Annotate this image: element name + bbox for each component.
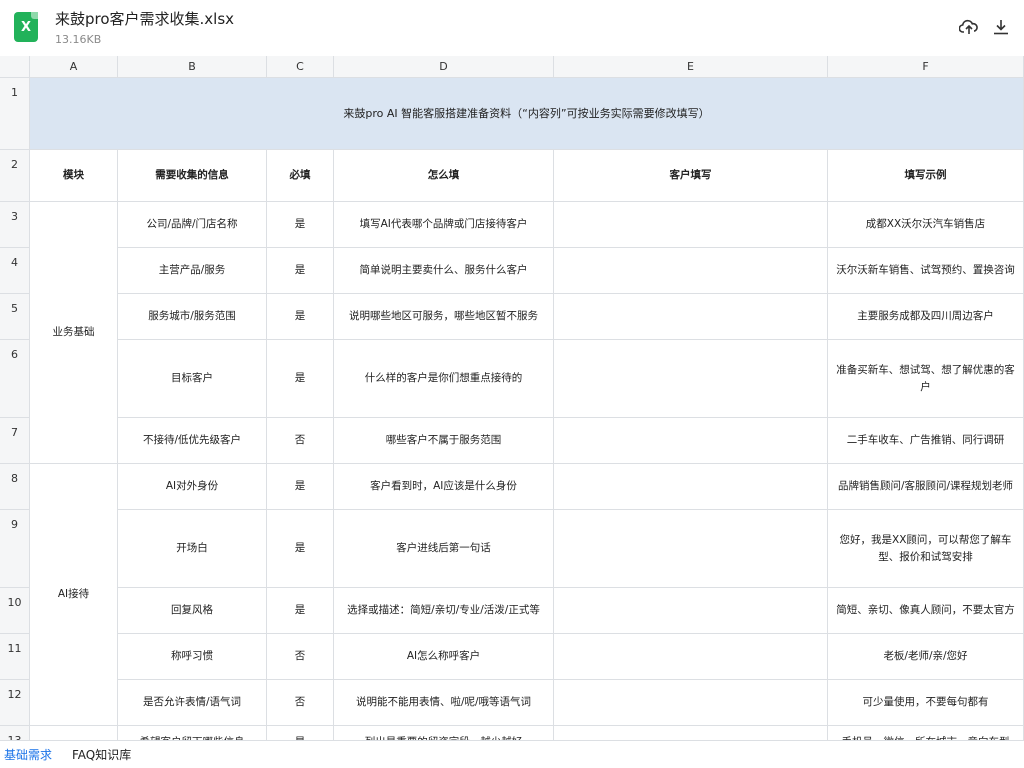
file-name: 来鼓pro客户需求收集.xlsx <box>55 10 235 28</box>
table-cell-example[interactable]: 沃尔沃新车销售、试驾预约、置换咨询 <box>828 248 1024 294</box>
table-cell-how[interactable]: AI怎么称呼客户 <box>334 634 554 680</box>
row-header-5[interactable]: 5 <box>0 294 30 340</box>
table-cell-how[interactable]: 说明能不能用表情、啦/呢/哦等语气词 <box>334 680 554 726</box>
table-cell-required[interactable]: 否 <box>267 418 334 464</box>
table-cell-info[interactable]: 回复风格 <box>118 588 267 634</box>
table-cell-how[interactable]: 选择或描述：简短/亲切/专业/活泼/正式等 <box>334 588 554 634</box>
file-header: X 来鼓pro客户需求收集.xlsx 13.16KB <box>0 0 1024 56</box>
table-cell-how[interactable]: 说明哪些地区可服务，哪些地区暂不服务 <box>334 294 554 340</box>
table-cell-how[interactable]: 列出最重要的留资字段，越少越好 <box>334 726 554 740</box>
group-cell[interactable] <box>30 726 118 740</box>
table-cell-required[interactable]: 是 <box>267 340 334 418</box>
table-cell-required[interactable]: 是 <box>267 464 334 510</box>
column-header-b[interactable]: B <box>118 56 267 78</box>
table-cell-required[interactable]: 是 <box>267 202 334 248</box>
select-all-corner[interactable] <box>0 56 30 78</box>
row-header-2[interactable]: 2 <box>0 150 30 202</box>
table-cell-info[interactable]: 是否允许表情/语气词 <box>118 680 267 726</box>
table-cell-example[interactable]: 手机号、微信、所在城市、意向车型 <box>828 726 1024 740</box>
table-cell-example[interactable]: 简短、亲切、像真人顾问，不要太官方 <box>828 588 1024 634</box>
table-cell-required[interactable]: 否 <box>267 680 334 726</box>
table-cell-fill[interactable] <box>554 248 828 294</box>
header-cell[interactable]: 客户填写 <box>554 150 828 202</box>
sheet-tabs: 基础需求 FAQ知识库 <box>0 740 1024 767</box>
tab-basic-requirements[interactable]: 基础需求 <box>0 741 56 768</box>
table-cell-example[interactable]: 品牌销售顾问/客服顾问/课程规划老师 <box>828 464 1024 510</box>
table-cell-fill[interactable] <box>554 294 828 340</box>
spreadsheet-grid[interactable]: ABCDEF12345678910111213来鼓pro AI 智能客服搭建准备… <box>0 56 1024 740</box>
tab-faq-knowledge-base[interactable]: FAQ知识库 <box>68 741 135 768</box>
table-cell-example[interactable]: 您好，我是XX顾问，可以帮您了解车型、报价和试驾安排 <box>828 510 1024 588</box>
table-cell-required[interactable]: 是 <box>267 588 334 634</box>
table-cell-example[interactable]: 准备买新车、想试驾、想了解优惠的客户 <box>828 340 1024 418</box>
table-cell-fill[interactable] <box>554 634 828 680</box>
row-header-10[interactable]: 10 <box>0 588 30 634</box>
header-cell[interactable]: 填写示例 <box>828 150 1024 202</box>
table-cell-info[interactable]: 目标客户 <box>118 340 267 418</box>
group-cell-ai-reception[interactable]: AI接待 <box>30 464 118 726</box>
table-cell-fill[interactable] <box>554 202 828 248</box>
column-header-d[interactable]: D <box>334 56 554 78</box>
row-header-4[interactable]: 4 <box>0 248 30 294</box>
table-cell-how[interactable]: 简单说明主要卖什么、服务什么客户 <box>334 248 554 294</box>
table-cell-fill[interactable] <box>554 510 828 588</box>
cloud-upload-icon[interactable] <box>958 16 980 38</box>
row-header-7[interactable]: 7 <box>0 418 30 464</box>
table-cell-how[interactable]: 客户看到时，AI应该是什么身份 <box>334 464 554 510</box>
table-cell-fill[interactable] <box>554 340 828 418</box>
table-cell-info[interactable]: 主营产品/服务 <box>118 248 267 294</box>
table-cell-example[interactable]: 老板/老师/亲/您好 <box>828 634 1024 680</box>
row-header-6[interactable]: 6 <box>0 340 30 418</box>
header-cell[interactable]: 需要收集的信息 <box>118 150 267 202</box>
row-header-1[interactable]: 1 <box>0 78 30 150</box>
row-header-8[interactable]: 8 <box>0 464 30 510</box>
table-cell-how[interactable]: 什么样的客户是你们想重点接待的 <box>334 340 554 418</box>
row-header-3[interactable]: 3 <box>0 202 30 248</box>
table-cell-fill[interactable] <box>554 418 828 464</box>
table-cell-example[interactable]: 二手车收车、广告推销、同行调研 <box>828 418 1024 464</box>
row-header-13[interactable]: 13 <box>0 726 30 740</box>
table-cell-info[interactable]: 称呼习惯 <box>118 634 267 680</box>
table-cell-required[interactable]: 是 <box>267 510 334 588</box>
download-icon[interactable] <box>990 16 1012 38</box>
row-header-11[interactable]: 11 <box>0 634 30 680</box>
table-cell-how[interactable]: 客户进线后第一句话 <box>334 510 554 588</box>
header-cell[interactable]: 模块 <box>30 150 118 202</box>
table-cell-example[interactable]: 成都XX沃尔沃汽车销售店 <box>828 202 1024 248</box>
table-cell-required[interactable]: 是 <box>267 294 334 340</box>
table-cell-fill[interactable] <box>554 464 828 510</box>
table-cell-how[interactable]: 填写AI代表哪个品牌或门店接待客户 <box>334 202 554 248</box>
table-cell-required[interactable]: 是 <box>267 248 334 294</box>
column-header-f[interactable]: F <box>828 56 1024 78</box>
table-cell-info[interactable]: 服务城市/服务范围 <box>118 294 267 340</box>
sheet-title-cell[interactable]: 来鼓pro AI 智能客服搭建准备资料（“内容列”可按业务实际需要修改填写） <box>30 78 1024 150</box>
table-cell-info[interactable]: 开场白 <box>118 510 267 588</box>
table-cell-info[interactable]: AI对外身份 <box>118 464 267 510</box>
excel-file-icon: X <box>14 12 38 42</box>
header-cell[interactable]: 必填 <box>267 150 334 202</box>
column-header-a[interactable]: A <box>30 56 118 78</box>
table-cell-required[interactable]: 否 <box>267 634 334 680</box>
table-cell-how[interactable]: 哪些客户不属于服务范围 <box>334 418 554 464</box>
row-header-9[interactable]: 9 <box>0 510 30 588</box>
table-cell-required[interactable]: 是 <box>267 726 334 740</box>
row-header-12[interactable]: 12 <box>0 680 30 726</box>
column-header-e[interactable]: E <box>554 56 828 78</box>
table-cell-example[interactable]: 可少量使用，不要每句都有 <box>828 680 1024 726</box>
table-cell-fill[interactable] <box>554 588 828 634</box>
column-header-c[interactable]: C <box>267 56 334 78</box>
table-cell-info[interactable]: 希望客户留下哪些信息 <box>118 726 267 740</box>
table-cell-example[interactable]: 主要服务成都及四川周边客户 <box>828 294 1024 340</box>
group-cell-business-basics[interactable]: 业务基础 <box>30 202 118 464</box>
table-cell-info[interactable]: 不接待/低优先级客户 <box>118 418 267 464</box>
table-cell-fill[interactable] <box>554 726 828 740</box>
header-cell[interactable]: 怎么填 <box>334 150 554 202</box>
table-cell-fill[interactable] <box>554 680 828 726</box>
table-cell-info[interactable]: 公司/品牌/门店名称 <box>118 202 267 248</box>
file-size: 13.16KB <box>55 33 102 46</box>
